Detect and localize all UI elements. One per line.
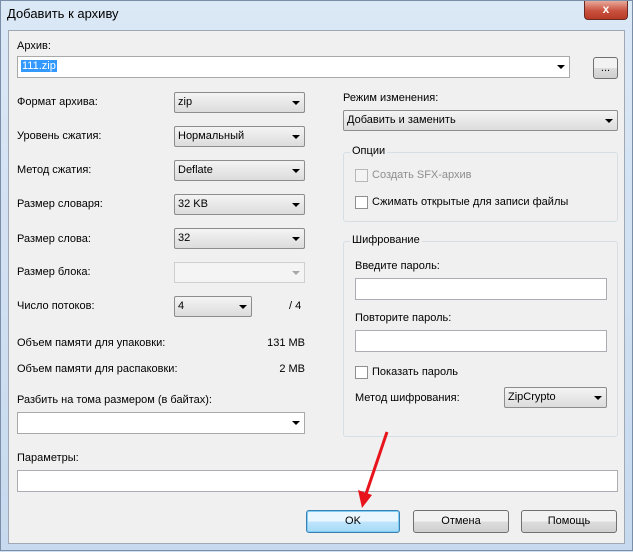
block-select[interactable] [174,262,305,283]
word-select[interactable]: 32 [174,228,305,249]
compress-open-checkbox[interactable] [355,196,368,209]
level-label: Уровень сжатия: [17,130,102,142]
repeat-password-label: Повторите пароль: [355,312,452,324]
params-label: Параметры: [17,452,79,464]
chevron-down-icon [594,396,602,400]
options-group: Опции Создать SFX-архив Сжимать открытые… [343,145,618,222]
add-to-archive-window: Добавить к архиву x Архив: 111.zip ... Ф… [0,0,633,551]
chevron-down-icon [292,203,300,207]
threads-select[interactable]: 4 [174,296,252,317]
mode-select[interactable]: Добавить и заменить [343,110,618,131]
mode-value: Добавить и заменить [347,114,456,126]
archive-path-combo[interactable]: 111.zip [17,56,570,78]
dict-value: 32 KB [178,198,208,210]
mem-pack-label: Объем памяти для упаковки: [17,337,166,349]
method-select[interactable]: Deflate [174,160,305,181]
block-label: Размер блока: [17,266,91,278]
threads-value: 4 [178,300,185,312]
threads-label: Число потоков: [17,300,95,312]
level-value: Нормальный [178,130,245,142]
chevron-down-icon [292,237,300,241]
enc-method-select[interactable]: ZipCrypto [504,387,607,408]
browse-button[interactable]: ... [593,57,618,79]
enc-method-value: ZipCrypto [508,391,556,403]
chevron-down-icon[interactable] [292,421,300,425]
level-select[interactable]: Нормальный [174,126,305,147]
split-volume-combo[interactable] [17,412,305,434]
method-label: Метод сжатия: [17,164,92,176]
chevron-down-icon [292,271,300,275]
options-title: Опции [350,145,388,157]
password-input[interactable] [355,278,607,300]
chevron-down-icon[interactable] [557,65,565,69]
dict-label: Размер словаря: [17,198,103,210]
help-button[interactable]: Помощь [521,510,617,533]
sfx-label: Создать SFX-архив [372,169,472,181]
word-value: 32 [178,232,191,244]
title-bar[interactable]: Добавить к архиву x [1,1,632,29]
window-title: Добавить к архиву [7,6,119,21]
dict-select[interactable]: 32 KB [174,194,305,215]
close-icon: x [602,2,610,16]
word-label: Размер слова: [17,233,91,245]
mode-label: Режим изменения: [343,92,439,104]
format-label: Формат архива: [17,96,98,108]
params-input[interactable] [17,470,618,492]
chevron-down-icon [239,305,247,309]
encryption-title: Шифрование [350,234,422,246]
mem-unpack-label: Объем памяти для распаковки: [17,363,178,375]
encryption-group: Шифрование Введите пароль: Повторите пар… [343,234,618,437]
dialog-client-area: Архив: 111.zip ... Формат архива: zip Ур… [8,30,625,544]
close-button[interactable]: x [584,1,628,20]
sfx-checkbox[interactable] [355,169,368,182]
format-value: zip [178,96,193,108]
show-password-label: Показать пароль [372,366,459,378]
ok-button[interactable]: OK [306,510,400,533]
password-label: Введите пароль: [355,260,440,272]
chevron-down-icon [605,119,613,123]
chevron-down-icon [292,101,300,105]
repeat-password-input[interactable] [355,330,607,352]
method-value: Deflate [178,164,213,176]
cancel-button[interactable]: Отмена [413,510,509,533]
split-label: Разбить на тома размером (в байтах): [17,394,212,406]
chevron-down-icon [292,169,300,173]
compress-open-label: Сжимать открытые для записи файлы [372,196,569,208]
enc-method-label: Метод шифрования: [355,392,460,404]
chevron-down-icon [292,135,300,139]
mem-unpack-value: 2 MB [279,363,305,375]
archive-path-value[interactable]: 111.zip [21,60,57,72]
archive-label: Архив: [17,40,51,52]
mem-pack-value: 131 MB [267,337,305,349]
format-select[interactable]: zip [174,92,305,113]
threads-max: / 4 [289,300,302,312]
show-password-checkbox[interactable] [355,366,368,379]
